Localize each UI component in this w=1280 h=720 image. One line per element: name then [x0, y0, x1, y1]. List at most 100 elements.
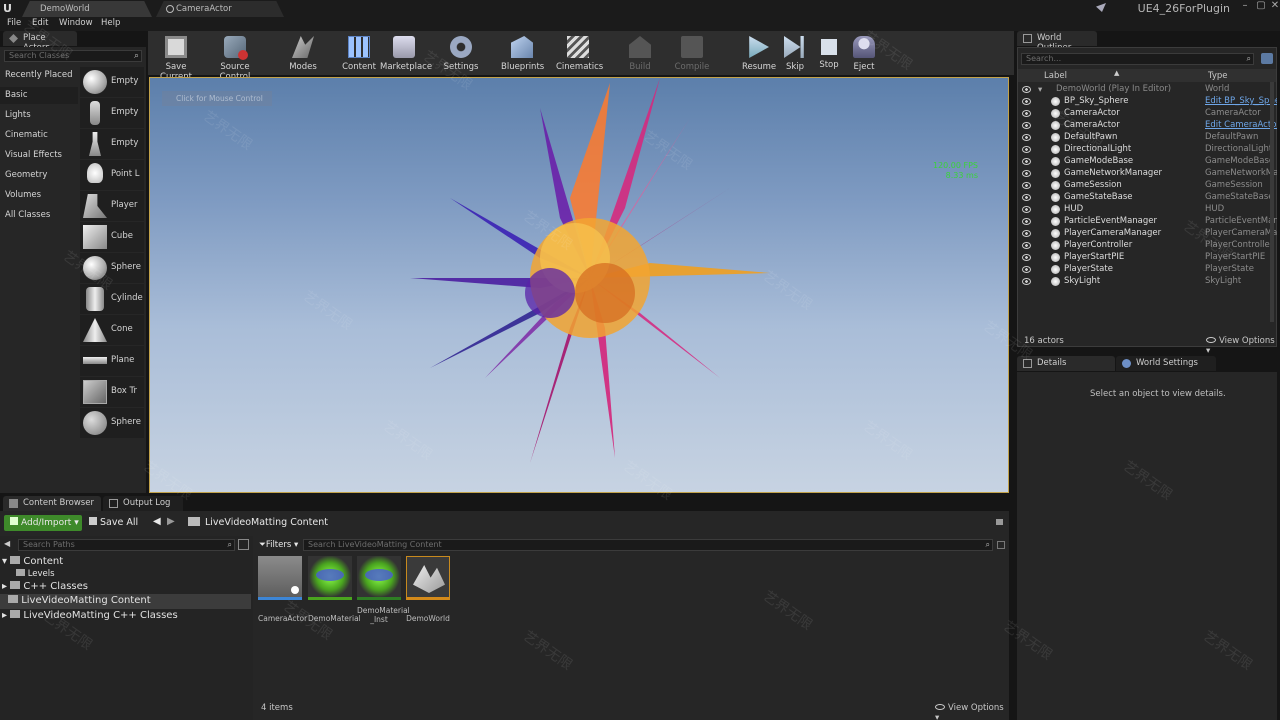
source-control-button[interactable]: Source Control — [206, 34, 264, 82]
tab-world-settings[interactable]: World Settings — [1116, 356, 1216, 371]
column-type[interactable]: Type — [1208, 71, 1228, 81]
view-options-button[interactable]: View Options ▾ — [1206, 336, 1276, 356]
outliner-row[interactable]: ParticleEventManager ParticleEventMana — [1018, 216, 1277, 228]
eye-icon[interactable] — [1022, 122, 1031, 129]
tree-levels[interactable]: Levels — [16, 569, 55, 579]
eject-button[interactable]: Eject — [851, 34, 877, 74]
actor-cone[interactable]: Cone — [80, 315, 144, 345]
eye-icon[interactable] — [1022, 266, 1031, 273]
outliner-row[interactable]: GameModeBase GameModeBase — [1018, 156, 1276, 168]
settings-button[interactable]: Settings — [442, 34, 480, 74]
category-volumes[interactable]: Volumes — [5, 190, 41, 200]
tab-place-actors[interactable]: Place Actors — [3, 31, 77, 53]
category-geometry[interactable]: Geometry — [5, 170, 47, 180]
outliner-row[interactable]: PlayerStartPIE PlayerStartPIE — [1018, 252, 1276, 264]
category-cinematic[interactable]: Cinematic — [5, 130, 48, 140]
outliner-row[interactable]: PlayerCameraManager PlayerCameraMana — [1018, 228, 1277, 240]
category-all-classes[interactable]: All Classes — [5, 210, 50, 220]
asset-cameraactor[interactable]: CameraActor — [258, 556, 307, 623]
tab-output-log[interactable]: Output Log — [103, 496, 183, 511]
eye-icon[interactable] — [1022, 158, 1031, 165]
actor-empty-actor[interactable]: Empty — [80, 67, 144, 97]
outliner-row[interactable]: BP_Sky_Sphere Edit BP_Sky_Sphe — [1018, 96, 1277, 108]
unreal-logo-icon[interactable]: U — [3, 2, 16, 15]
eye-icon[interactable] — [1022, 86, 1031, 93]
outliner-row[interactable]: SkyLight SkyLight — [1018, 276, 1276, 288]
actor-box-trigger[interactable]: Box Tr — [80, 377, 144, 407]
level-viewport[interactable]: Click for Mouse Control 120.00 FPS 8.33 … — [149, 77, 1009, 493]
eye-icon[interactable] — [1022, 194, 1031, 201]
eye-icon[interactable] — [1022, 242, 1031, 249]
asset-demomaterial-inst[interactable]: DemoMaterial _Inst — [357, 556, 410, 624]
path-view-options-icon[interactable] — [238, 539, 249, 550]
blueprints-button[interactable]: Blueprints — [501, 34, 544, 74]
eye-icon[interactable] — [1022, 110, 1031, 117]
stop-button[interactable]: Stop — [816, 34, 842, 74]
category-visual-effects[interactable]: Visual Effects — [5, 150, 62, 160]
menu-window[interactable]: Window — [59, 18, 93, 28]
tab-demoworld[interactable]: DemoWorld — [22, 1, 152, 17]
save-current-button[interactable]: Save Current — [151, 34, 201, 82]
actor-empty-character[interactable]: Empty — [80, 98, 144, 128]
actor-point-light[interactable]: Point L — [80, 160, 144, 190]
marketplace-button[interactable]: Marketplace — [380, 34, 432, 74]
outliner-row[interactable]: GameStateBase GameStateBase — [1018, 192, 1276, 204]
eye-icon[interactable] — [1022, 134, 1031, 141]
tab-cameraactor[interactable]: CameraActor — [156, 1, 284, 17]
outliner-row[interactable]: GameSession GameSession — [1018, 180, 1276, 192]
eye-icon[interactable] — [1022, 182, 1031, 189]
asset-demomaterial[interactable]: DemoMaterial — [308, 556, 361, 623]
category-recently-placed[interactable]: Recently Placed — [5, 70, 72, 80]
menu-help[interactable]: Help — [101, 18, 120, 28]
modes-button[interactable]: Modes — [286, 34, 320, 74]
forward-arrow-icon[interactable]: ▶ — [167, 516, 175, 527]
outliner-row[interactable]: GameNetworkManager GameNetworkMana — [1018, 168, 1277, 180]
actor-sphere-trigger[interactable]: Sphere — [80, 408, 144, 438]
category-basic[interactable]: Basic — [0, 87, 78, 104]
eye-icon[interactable] — [1022, 98, 1031, 105]
breadcrumb-path[interactable]: LiveVideoMatting Content — [205, 517, 328, 528]
filters-button[interactable]: ⏷Filters ▾ — [259, 540, 298, 550]
eye-icon[interactable] — [1022, 230, 1031, 237]
lock-icon[interactable] — [996, 519, 1003, 525]
outliner-row[interactable]: ▾ DemoWorld (Play In Editor) World — [1018, 84, 1276, 96]
asset-view-settings-icon[interactable] — [997, 541, 1005, 549]
column-label[interactable]: Label — [1044, 71, 1067, 81]
outliner-row[interactable]: PlayerController PlayerController — [1018, 240, 1276, 252]
eye-icon[interactable] — [1022, 146, 1031, 153]
outliner-search-input[interactable]: Search... ⌕ — [1021, 53, 1254, 65]
source-control-icon[interactable] — [1096, 3, 1106, 12]
actor-cylinder[interactable]: Cylinde — [80, 284, 144, 314]
cinematics-button[interactable]: Cinematics — [556, 34, 603, 74]
actor-plane[interactable]: Plane — [80, 346, 144, 376]
tree-livevideomatting-cpp-classes[interactable]: ▸ LiveVideoMatting C++ Classes — [2, 610, 178, 621]
tree-livevideomatting-content[interactable]: LiveVideoMatting Content — [0, 594, 251, 609]
edit-blueprint-link[interactable]: Edit CameraActor — [1205, 120, 1277, 130]
tab-world-outliner[interactable]: World Outliner — [1017, 31, 1097, 53]
actor-empty-pawn[interactable]: Empty — [80, 129, 144, 159]
eye-icon[interactable] — [1022, 170, 1031, 177]
resume-button[interactable]: Resume — [742, 34, 776, 74]
outliner-row[interactable]: DirectionalLight DirectionalLight — [1018, 144, 1276, 156]
skip-button[interactable]: Skip — [782, 34, 808, 74]
tree-content[interactable]: ▾ Content — [2, 556, 63, 567]
eye-icon[interactable] — [1022, 206, 1031, 213]
actor-sphere[interactable]: Sphere — [80, 253, 144, 283]
search-assets-input[interactable]: Search LiveVideoMatting Content ⌕ — [303, 539, 993, 551]
outliner-row[interactable]: CameraActor CameraActor — [1018, 108, 1276, 120]
tab-content-browser[interactable]: Content Browser — [3, 496, 101, 511]
outliner-row[interactable]: HUD HUD — [1018, 204, 1276, 216]
close-icon[interactable]: ✕ — [1266, 0, 1280, 14]
eye-icon[interactable] — [1022, 278, 1031, 285]
compile-button[interactable]: Compile — [674, 34, 710, 74]
menu-edit[interactable]: Edit — [32, 18, 48, 28]
actor-player-start[interactable]: Player — [80, 191, 144, 221]
tree-cpp-classes[interactable]: ▸ C++ Classes — [2, 581, 88, 592]
edit-blueprint-link[interactable]: Edit BP_Sky_Sphe — [1205, 96, 1277, 106]
asset-demoworld[interactable]: DemoWorld — [406, 556, 450, 623]
outliner-row[interactable]: DefaultPawn DefaultPawn — [1018, 132, 1276, 144]
tab-details[interactable]: Details — [1017, 356, 1115, 371]
outliner-scrollbar[interactable] — [1270, 82, 1274, 322]
search-paths-input[interactable]: Search Paths ⌕ — [18, 539, 235, 551]
back-arrow-icon[interactable]: ◀ — [153, 516, 161, 527]
